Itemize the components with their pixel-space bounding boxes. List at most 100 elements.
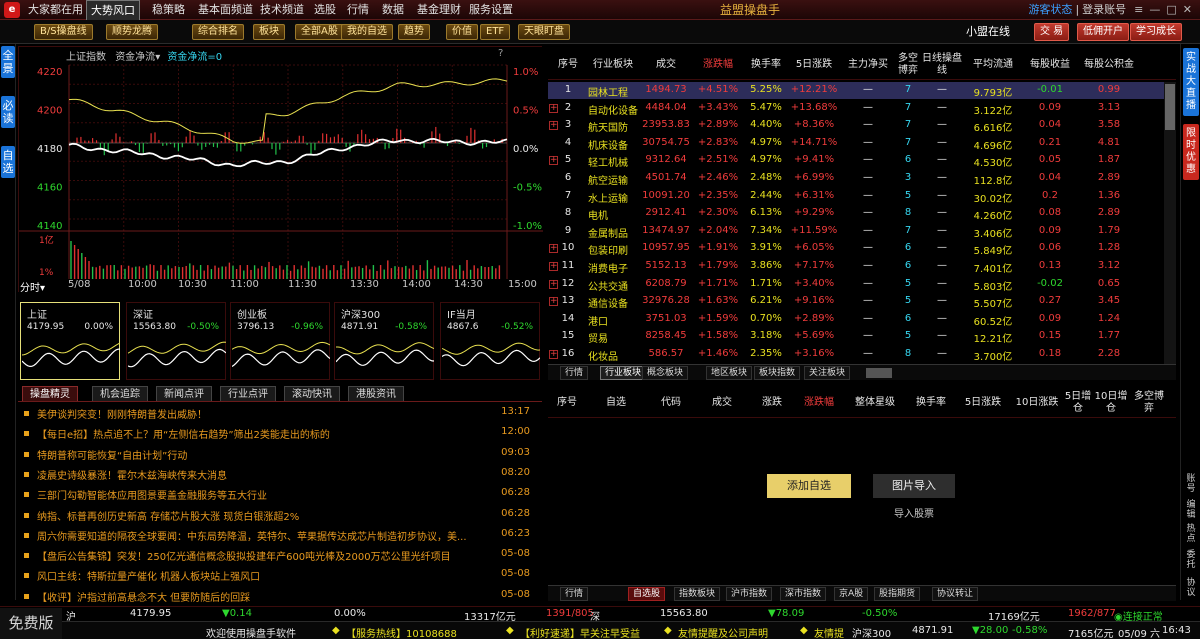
news-tab[interactable]: 新闻点评 xyxy=(156,386,212,401)
sector-row[interactable]: 15 贸易 8258.45 +1.58% 3.18% +5.69% — 5 — 12.21亿 0.1… xyxy=(548,328,1164,345)
sector-row[interactable]: 9 金属制品 13474.97 +2.04% 7.34% +11.59% — 7 — 3.406亿… xyxy=(548,223,1164,240)
news-item[interactable]: 【盘后公告集锦】突发！250亿光通信概念股拟投建年产600吨光棒及2000万芯公… xyxy=(24,545,530,565)
top-tab[interactable]: 选股 xyxy=(310,0,340,20)
sector-header-cell[interactable]: 序号 xyxy=(548,50,588,80)
right-icon[interactable]: 协议 xyxy=(1183,578,1199,598)
watchlist-header-cell[interactable]: 10日增仓 xyxy=(1094,388,1128,418)
chart-help-icon[interactable]: ? xyxy=(498,48,503,59)
sector-bottom-tab[interactable]: 关注板块 xyxy=(804,366,851,380)
watchlist-bottom-tab[interactable]: 指数板块 xyxy=(674,587,721,601)
left-tab[interactable]: 全景 xyxy=(1,46,15,78)
top-tab[interactable]: 大势风口 xyxy=(86,0,140,20)
sector-bottom-tab[interactable]: 地区板块 xyxy=(706,366,753,380)
sector-header-cell[interactable]: 主力净买 xyxy=(840,50,896,80)
watchlist-bottom-tab[interactable]: 股指期货 xyxy=(874,587,921,601)
news-item[interactable]: 纳指、标普再创历史新高 存储芯片股大涨 现货白银涨超2% 06:28 xyxy=(24,505,530,525)
sector-row[interactable]: +13 通信设备 32976.28 +1.63% 6.21% +9.16% —5—5.507… xyxy=(548,293,1164,310)
scrollbar-thumb[interactable] xyxy=(1165,84,1175,130)
watchlist-header-cell[interactable]: 成交 xyxy=(694,388,750,418)
notice-text[interactable]: 【利好速递】早关注早受益 xyxy=(520,625,640,639)
sector-header-cell[interactable]: 多空博弈 xyxy=(896,50,920,80)
top-tab[interactable]: 稳策略 xyxy=(148,0,189,20)
watchlist-header-cell[interactable]: 涨跌幅 xyxy=(794,388,844,418)
sector-header-cell[interactable]: 换手率 xyxy=(742,50,790,80)
index-card[interactable]: 上证 4179.95 0.00% xyxy=(20,302,120,380)
toolbar-button[interactable]: B/S操盘线 xyxy=(34,24,93,40)
watchlist-header-cell[interactable]: 多空博弈 xyxy=(1130,388,1168,418)
sector-row[interactable]: +11 消费电子 5152.13 +1.79% 3.86% +7.17% —6—7.401亿… xyxy=(548,258,1164,275)
maximize-icon[interactable]: □ xyxy=(1166,0,1176,20)
sector-row[interactable]: 1 园林工程 1494.73 +4.51% 5.25% +12.21% — 7 — 9.793亿 -… xyxy=(548,82,1164,99)
sector-header-cell[interactable]: 5日涨跌 xyxy=(788,50,840,80)
tip-text[interactable]: 友情提醒及公司声明 xyxy=(678,625,768,639)
toolbar-button[interactable]: 板块 xyxy=(253,24,285,40)
menu-icon[interactable]: ≡ xyxy=(1134,0,1143,20)
watchlist-header-cell[interactable]: 换手率 xyxy=(908,388,954,418)
flow-selector[interactable]: 资金净流 xyxy=(115,52,155,63)
close-icon[interactable]: ✕ xyxy=(1183,0,1192,20)
sector-row[interactable]: +12 公共交通 6208.79 +1.71% 1.71% +3.40% —5—5.803亿… xyxy=(548,276,1164,293)
import-stocks-link[interactable]: 导入股票 xyxy=(873,505,955,520)
index-card[interactable]: 深证 15563.80 -0.50% xyxy=(126,302,226,380)
toolbar-button[interactable]: 顺势龙腾 xyxy=(106,24,158,40)
watchlist-header-cell[interactable]: 自选 xyxy=(598,388,634,418)
sector-header-cell[interactable]: 每股公积金 xyxy=(1078,50,1140,80)
news-item[interactable]: 美伊谈判突变！刚刚特朗普发出威胁！ 13:17 xyxy=(24,403,530,423)
h-scrollbar-thumb[interactable] xyxy=(866,368,892,378)
news-tab[interactable]: 机会追踪 xyxy=(92,386,148,401)
watchlist-header-cell[interactable]: 代码 xyxy=(648,388,694,418)
right-icon[interactable]: 委托 xyxy=(1183,550,1199,570)
sector-row[interactable]: 7 水上运输 10091.20 +2.35% 2.44% +6.31% — 5 — 30.02亿 0… xyxy=(548,188,1164,205)
sector-row[interactable]: +2 自动化设备 4484.04 +3.43% 5.47% +13.68% —7—3.122… xyxy=(548,100,1164,117)
tip-text-2[interactable]: 友情提 xyxy=(814,625,844,639)
right-tab[interactable]: 限时优惠 xyxy=(1183,124,1199,180)
watchlist-bottom-tab[interactable]: 沪市指数 xyxy=(726,587,773,601)
right-icon[interactable]: 热点 xyxy=(1183,524,1199,544)
watchlist-bottom-tab[interactable]: 自选股 xyxy=(628,587,666,601)
flow-dropdown-icon[interactable]: ▾ xyxy=(155,52,160,63)
left-tab[interactable]: 自选 xyxy=(1,146,15,178)
sector-row[interactable]: 14 港口 3751.03 +1.59% 0.70% +2.89% — 6 — 60.52亿 0.0… xyxy=(548,311,1164,328)
news-item[interactable]: 特朗普称可能恢复“自由计划”行动 09:03 xyxy=(24,444,530,464)
sector-bottom-tab[interactable]: 概念板块 xyxy=(642,366,689,380)
toolbar-button[interactable]: 价值 xyxy=(446,24,478,40)
news-tab[interactable]: 操盘精灵 xyxy=(22,386,78,401)
watchlist-bottom-tab[interactable]: 行情 xyxy=(560,587,589,601)
news-item[interactable]: 【收评】沪指过前高悬念不大 但要防随后的回踩 05-08 xyxy=(24,586,530,606)
toolbar-right-button[interactable]: 交 易 xyxy=(1034,23,1070,41)
sector-header-cell[interactable]: 日线操盘线 xyxy=(920,50,964,80)
news-item[interactable]: 风口主线：特斯拉量产催化 机器人板块站上强风口 05-08 xyxy=(24,565,530,585)
sector-row[interactable]: +5 轻工机械 9312.64 +2.51% 4.97% +9.41% —6—4.530亿 0… xyxy=(548,152,1164,169)
toolbar-button[interactable]: 我的自选 xyxy=(341,24,393,40)
watchlist-header-cell[interactable]: 5日涨跌 xyxy=(956,388,1010,418)
sector-header-cell[interactable]: 涨跌幅 xyxy=(694,50,742,80)
watchlist-header-cell[interactable]: 涨跌 xyxy=(750,388,794,418)
top-tab[interactable]: 技术频道 xyxy=(256,0,308,20)
watchlist-header-cell[interactable]: 5日增仓 xyxy=(1064,388,1092,418)
sector-scrollbar[interactable] xyxy=(1164,82,1176,364)
toolbar-button[interactable]: ETF xyxy=(480,24,511,40)
sector-row[interactable]: +10 包装印刷 10957.95 +1.91% 3.91% +6.05% —6—5.849… xyxy=(548,240,1164,257)
right-icon[interactable]: 账号 xyxy=(1183,474,1199,494)
news-item[interactable]: 周六你需要知道的隔夜全球要闻：中东局势降温，英特尔、苹果据传达成芯片制造初步协议… xyxy=(24,525,530,545)
toolbar-button[interactable]: 天眼盯盘 xyxy=(518,24,570,40)
index-card[interactable]: IF当月 4867.6 -0.52% xyxy=(440,302,540,380)
sector-header-cell[interactable]: 行业板块 xyxy=(588,50,638,80)
sector-row[interactable]: 6 航空运输 4501.74 +2.46% 2.48% +6.99% — 3 — 112.8亿 0.… xyxy=(548,170,1164,187)
news-item[interactable]: 三部门勾勒智能体应用图景要盖金融服务等五大行业 06:28 xyxy=(24,484,530,504)
status-link[interactable]: 游客状态 xyxy=(1028,0,1072,20)
toolbar-right-button[interactable]: 学习成长 xyxy=(1130,23,1182,41)
toolbar-right-button[interactable]: 低佣开户 xyxy=(1077,23,1129,41)
news-tab[interactable]: 港股资讯 xyxy=(348,386,404,401)
news-item[interactable]: 【每日e招】热点追不上？用“左侧信右趋势”筛出2类能走出的标的 12:00 xyxy=(24,423,530,443)
index-card[interactable]: 创业板 3796.13 -0.96% xyxy=(230,302,330,380)
sector-row[interactable]: 8 电机 2912.41 +2.30% 6.13% +9.29% — 8 — 4.260亿 0.08… xyxy=(548,205,1164,222)
news-item[interactable]: 凌晨史诗级暴涨！霍尔木兹海峡传来大消息 08:20 xyxy=(24,464,530,484)
right-icon[interactable]: 编辑 xyxy=(1183,500,1199,520)
top-tab[interactable]: 数据 xyxy=(378,0,408,20)
watchlist-bottom-tab[interactable]: 京A股 xyxy=(834,587,869,601)
news-tab[interactable]: 行业点评 xyxy=(220,386,276,401)
period-selector[interactable]: 分时▾ xyxy=(20,279,45,294)
top-tab[interactable]: 行情 xyxy=(343,0,373,20)
sector-header-cell[interactable]: 每股收益 xyxy=(1022,50,1078,80)
